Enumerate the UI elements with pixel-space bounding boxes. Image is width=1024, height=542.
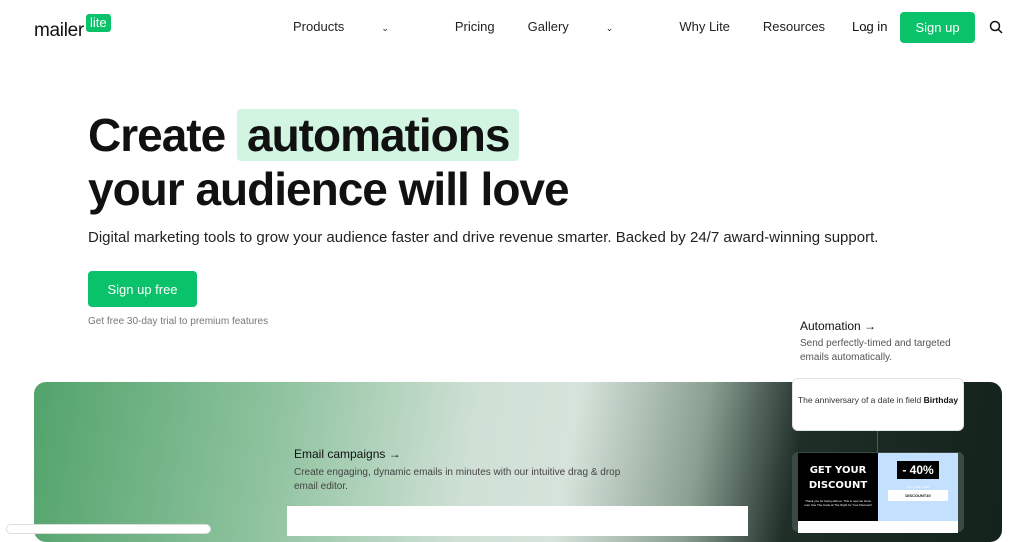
main-menu: Products ⌄ Pricing Gallery ⌄ Why Lite Reso… — [293, 19, 936, 34]
side-card — [6, 524, 211, 534]
signup-free-button[interactable]: Sign up free — [88, 271, 197, 307]
nav-why-lite[interactable]: Why Lite — [679, 19, 730, 34]
discount-code: DISCOUNT40 — [888, 490, 948, 501]
chevron-down-icon: ⌄ — [381, 23, 389, 33]
automation-desc: Send perfectly-timed and targeted emails… — [800, 338, 951, 363]
search-icon[interactable] — [989, 20, 1003, 34]
title-highlight: automations — [236, 109, 520, 161]
code-label: Your code to use — [906, 485, 930, 489]
signup-button[interactable]: Sign up — [900, 12, 975, 43]
nav-label: Resources — [762, 19, 826, 34]
logo-text: mailer — [34, 20, 84, 41]
email-headline: GET YOUR DISCOUNT — [808, 465, 868, 491]
login-link[interactable]: Log in — [852, 19, 887, 34]
title-pre: Create — [88, 109, 226, 161]
trial-note: Get free 30-day trial to premium feature… — [88, 316, 269, 327]
nav-pricing[interactable]: Pricing — [455, 19, 495, 34]
top-nav: mailer lite Products ⌄ Pricing Gallery ⌄ W… — [0, 0, 1024, 54]
automation-trigger-card: The anniversary of a date in field Birth… — [792, 378, 964, 431]
discount-percent: - 40% — [897, 461, 939, 479]
email-preview: GET YOUR DISCOUNT Thank you for being wi… — [792, 452, 964, 533]
email-small-text: Thank you for being with us. This is new… — [804, 499, 872, 507]
email-editor-preview — [287, 506, 748, 536]
email-left: GET YOUR DISCOUNT Thank you for being wi… — [798, 453, 878, 521]
email-campaigns-desc: Create engaging, dynamic emails in minut… — [294, 467, 621, 492]
chevron-down-icon: ⌄ — [605, 23, 614, 33]
trigger-field: Birthday — [923, 395, 959, 405]
nav-label: Gallery — [527, 19, 569, 34]
hero-subtitle: Digital marketing tools to grow your aud… — [88, 229, 879, 246]
logo-badge: lite — [85, 14, 111, 32]
mailerlite-logo[interactable]: mailer lite — [34, 14, 111, 42]
email-campaigns-link[interactable]: Email campaigns → — [294, 447, 401, 461]
automation-link[interactable]: Automation → — [800, 319, 876, 333]
hero-title: Create automations your audience will lov… — [88, 108, 570, 216]
connector-line — [877, 431, 878, 453]
email-footer — [798, 521, 958, 533]
email-right: - 40% Your code to use DISCOUNT40 — [878, 453, 958, 521]
nav-gallery[interactable]: Gallery ⌄ — [528, 19, 647, 34]
nav-label: Products — [293, 19, 345, 34]
nav-products[interactable]: Products ⌄ — [293, 19, 422, 34]
trigger-text: The anniversary of a date in field — [797, 395, 922, 405]
title-line2: your audience will love — [88, 163, 570, 215]
